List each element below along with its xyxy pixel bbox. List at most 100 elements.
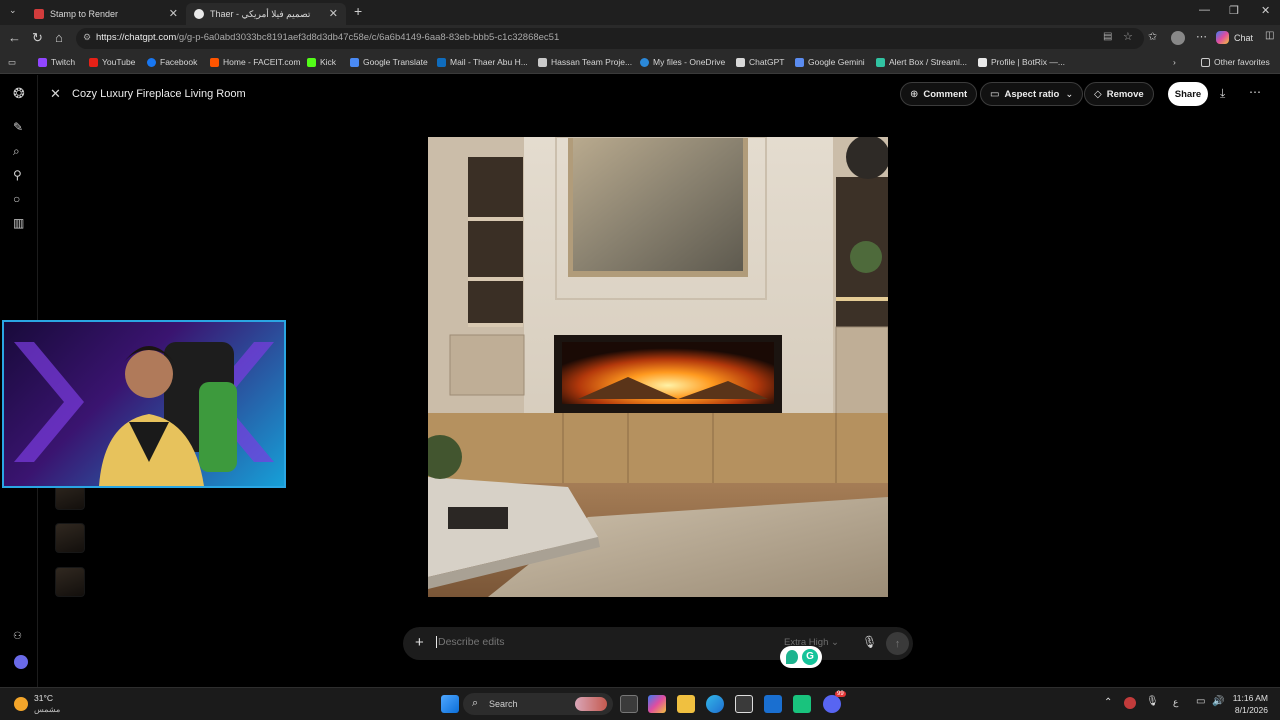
- user-avatar[interactable]: [14, 655, 28, 669]
- onedrive-icon: [640, 57, 649, 67]
- weather-sun-icon[interactable]: [14, 697, 28, 711]
- restore-icon[interactable]: ❐: [1229, 4, 1239, 17]
- streamlabs-icon: [876, 57, 885, 67]
- search-icon: ⌕: [472, 697, 479, 709]
- bookmarks-toggle-icon[interactable]: ▭: [8, 57, 16, 68]
- describe-edits-input[interactable]: [436, 636, 766, 648]
- ms-store-icon[interactable]: [735, 695, 753, 713]
- chat-bubble-icon[interactable]: ○: [13, 192, 20, 206]
- tray-overflow-icon[interactable]: ⌃: [1104, 697, 1112, 708]
- reader-view-icon[interactable]: ▤: [1103, 31, 1112, 42]
- send-arrow-icon[interactable]: ↑: [886, 632, 909, 655]
- aspect-ratio-button[interactable]: ▭ Aspect ratio ⌄: [980, 82, 1084, 106]
- library-icon[interactable]: ▥: [13, 216, 24, 230]
- search-highlight-image: [575, 697, 607, 711]
- image-thumbnail[interactable]: [55, 567, 85, 597]
- browser-menu-icon[interactable]: ⋯: [1196, 30, 1207, 43]
- chevron-down-icon: ⌄: [1065, 88, 1074, 100]
- favorite-star-icon[interactable]: ☆: [1123, 30, 1133, 43]
- profile-avatar[interactable]: [1171, 31, 1185, 45]
- share-button[interactable]: Share: [1168, 82, 1208, 106]
- tray-app-icon[interactable]: [1124, 697, 1136, 709]
- close-icon[interactable]: ✕: [50, 86, 61, 102]
- taskbar-search[interactable]: ⌕ Search: [463, 693, 613, 715]
- refresh-icon[interactable]: ↻: [32, 30, 43, 46]
- start-windows-icon[interactable]: [441, 695, 459, 713]
- keyboard-language[interactable]: ع: [1173, 697, 1178, 708]
- group-icon[interactable]: ⚇: [13, 631, 22, 642]
- streamer-camera-feed: [14, 342, 274, 486]
- comment-button[interactable]: ⊕ Comment: [900, 82, 978, 106]
- bookmark-alert-box[interactable]: Alert Box / Streaml...: [876, 57, 967, 67]
- bookmark-chatgpt[interactable]: ChatGPT: [736, 57, 784, 67]
- bookmark-label: Twitch: [51, 57, 76, 67]
- sidebar-toggle-icon[interactable]: ◫: [1265, 30, 1274, 41]
- download-icon[interactable]: ⤓: [1220, 86, 1225, 101]
- webcam-overlay: [2, 320, 286, 488]
- minimize-icon[interactable]: —: [1199, 4, 1210, 16]
- new-chat-icon[interactable]: ✎: [13, 120, 23, 134]
- favorites-icon[interactable]: ✩: [1148, 30, 1157, 43]
- weather-temp: 31°C: [34, 693, 53, 703]
- bookmark-label: My files - OneDrive: [653, 57, 726, 67]
- tab-stamp-to-render[interactable]: Stamp to Render ✕: [26, 3, 186, 25]
- bookmarks-overflow-icon[interactable]: ›: [1173, 57, 1176, 67]
- bookmark-google-translate[interactable]: Google Translate: [350, 57, 428, 67]
- bookmark-botrix[interactable]: Profile | BotRix —...: [978, 57, 1065, 67]
- bookmark-mail[interactable]: Mail - Thaer Abu H...: [437, 57, 528, 67]
- url-path: /g/g-p-6a0abd3033bc8191aef3d8d3db47c58e/…: [176, 32, 560, 43]
- window-close-icon[interactable]: ✕: [1261, 4, 1270, 17]
- pin-icon[interactable]: ⚲: [13, 168, 22, 182]
- gaming-app-icon[interactable]: [793, 695, 811, 713]
- tray-mic-icon[interactable]: 🎙: [1146, 696, 1159, 707]
- bookmark-other-favorites[interactable]: Other favorites: [1201, 57, 1270, 67]
- bookmark-kick[interactable]: Kick: [307, 57, 336, 67]
- remove-button[interactable]: ◇ Remove: [1084, 82, 1154, 106]
- system-clock[interactable]: 11:16 AM 8/1/2026: [1233, 692, 1268, 716]
- chatgpt-logo-icon[interactable]: ❂: [13, 85, 25, 102]
- bookmark-faceit[interactable]: Home - FACEIT.com: [210, 57, 300, 67]
- chat-label: Chat: [1234, 32, 1254, 43]
- back-icon[interactable]: ←: [8, 30, 21, 45]
- comment-label: Comment: [923, 88, 968, 100]
- more-icon[interactable]: ⋯: [1249, 85, 1261, 99]
- gemini-icon: [795, 57, 804, 67]
- tab-list-chevron-icon[interactable]: ⌄: [9, 5, 17, 16]
- bookmark-youtube[interactable]: YouTube: [89, 57, 135, 67]
- copilot-app-icon[interactable]: [648, 695, 666, 713]
- search-label: Search: [489, 699, 518, 709]
- bookmark-facebook[interactable]: Facebook: [147, 57, 197, 67]
- bookmark-gemini[interactable]: Google Gemini: [795, 57, 865, 67]
- discord-icon[interactable]: [823, 695, 841, 713]
- faceit-icon: [210, 57, 219, 67]
- network-icon[interactable]: ▭: [1196, 696, 1205, 707]
- site-info-icon[interactable]: ⚙: [83, 32, 91, 43]
- bookmark-onedrive[interactable]: My files - OneDrive: [640, 57, 725, 67]
- bookmark-label: Profile | BotRix —...: [991, 57, 1066, 67]
- edge-browser-icon[interactable]: [706, 695, 724, 713]
- tab-close-icon[interactable]: ✕: [169, 7, 178, 20]
- add-attachment-icon[interactable]: +: [415, 634, 424, 651]
- new-tab-icon[interactable]: +: [354, 3, 362, 19]
- image-thumbnail[interactable]: [55, 523, 85, 553]
- tab-close-icon[interactable]: ✕: [329, 7, 338, 20]
- url-field[interactable]: ⚙ https://chatgpt.com/g/g-p-6a0abd3033bc…: [76, 28, 1144, 49]
- bookmark-hassan-team[interactable]: Hassan Team Proje...: [538, 57, 632, 67]
- remove-label: Remove: [1106, 88, 1144, 100]
- folder-icon: [1201, 57, 1210, 67]
- bookmark-label: Kick: [320, 57, 337, 67]
- search-icon[interactable]: ⌕: [13, 144, 20, 159]
- mic-icon[interactable]: 🎙: [862, 635, 877, 649]
- outlook-icon[interactable]: [764, 695, 782, 713]
- bookmark-label: YouTube: [102, 57, 136, 67]
- windows-taskbar: 31°C مشمس ⌕ Search 99 ⌃ 🎙 ع ▭ 🔊 11:16 AM…: [0, 687, 1280, 720]
- bookmark-twitch[interactable]: Twitch: [38, 57, 75, 67]
- task-view-icon[interactable]: [620, 695, 638, 713]
- home-icon[interactable]: ⌂: [55, 30, 63, 45]
- grammarly-widget[interactable]: G: [780, 646, 822, 668]
- file-explorer-icon[interactable]: [677, 695, 695, 713]
- generated-image[interactable]: [428, 137, 888, 597]
- tab-thaer[interactable]: Thaer - تصميم فيلا أمريكي ✕: [186, 3, 346, 25]
- volume-icon[interactable]: 🔊: [1212, 696, 1224, 707]
- copilot-chat-button[interactable]: Chat: [1216, 31, 1253, 44]
